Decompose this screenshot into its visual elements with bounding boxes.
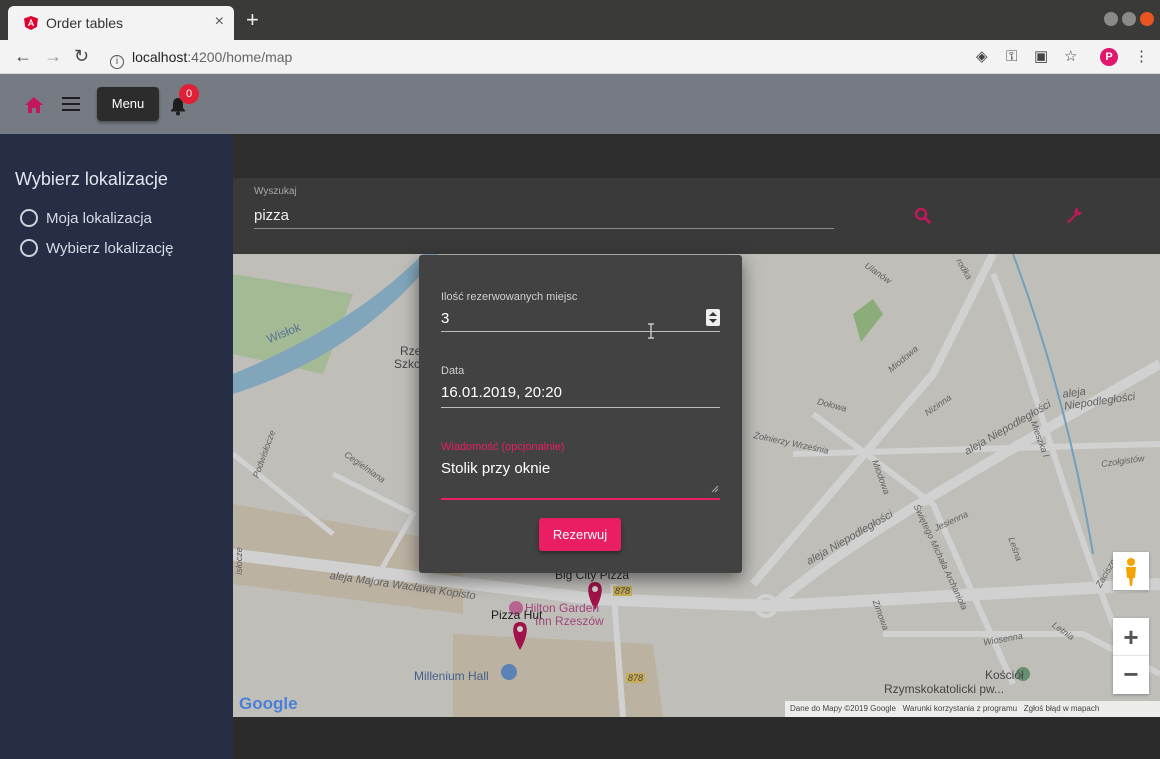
message-underline (441, 498, 720, 500)
map-terms-link[interactable]: Warunki korzystania z programu (903, 704, 1017, 713)
message-label: Wiadomość (opcjonalnie) (441, 441, 565, 453)
forward-arrow-icon[interactable]: → (44, 46, 62, 66)
google-logo: Google (239, 694, 298, 713)
key-icon[interactable]: ⚿ (1006, 48, 1017, 66)
star-icon[interactable]: ☆ (1064, 48, 1077, 66)
map-report-link[interactable]: Zgłoś błąd w mapach (1024, 704, 1100, 713)
search-icon[interactable] (914, 207, 932, 225)
close-window-button[interactable] (1140, 12, 1154, 26)
browser-tab-bar: Order tables × + (0, 0, 1160, 40)
home-icon[interactable] (24, 96, 44, 114)
map-attribution-bar: Dane do Mapy ©2019 Google Warunki korzys… (785, 701, 1160, 717)
sidebar-title: Wybierz lokalizacje (15, 169, 168, 189)
zoom-controls: + − (1113, 618, 1149, 694)
tab-title: Order tables (46, 15, 124, 31)
search-label: Wyszukaj (254, 186, 297, 197)
date-input[interactable]: 16.01.2019, 20:20 (441, 384, 562, 401)
resize-handle-icon[interactable] (711, 485, 719, 493)
wrench-icon[interactable] (1065, 206, 1083, 224)
more-vert-icon[interactable]: ⋮ (1134, 48, 1149, 66)
bottom-bar (233, 717, 1160, 759)
radio-choose-location[interactable]: Wybierz lokalizację (20, 239, 173, 257)
reservation-dialog: Ilość rezerwowanych miejsc 3 Data 16.01.… (419, 255, 742, 573)
message-textarea[interactable]: Stolik przy oknie (441, 460, 550, 477)
close-tab-icon[interactable]: × (215, 13, 224, 31)
map-attribution: Dane do Mapy ©2019 Google (790, 704, 896, 713)
notification-badge: 0 (179, 84, 199, 104)
radio-button[interactable] (20, 239, 38, 257)
number-spinner-icon[interactable] (706, 309, 720, 326)
seats-label: Ilość rezerwowanych miejsc (441, 291, 578, 303)
date-label: Data (441, 365, 465, 377)
location-icon[interactable]: ◈ (976, 48, 988, 66)
minimize-window-button[interactable] (1104, 12, 1118, 26)
radio-button[interactable] (20, 209, 38, 227)
zoom-in-button[interactable]: + (1113, 618, 1149, 656)
radio-label: Wybierz lokalizację (46, 239, 174, 257)
seats-underline (441, 331, 720, 332)
radio-label: Moja lokalizacja (46, 209, 152, 227)
zoom-out-button[interactable]: − (1113, 656, 1149, 694)
angular-icon (24, 16, 38, 30)
reserve-button[interactable]: Rezerwuj (539, 518, 621, 551)
url-field[interactable]: i localhost:4200/home/map (110, 49, 292, 69)
text-cursor-icon (648, 323, 654, 339)
main-header-strip (233, 134, 1160, 178)
search-panel: Wyszukaj (233, 178, 1160, 254)
back-arrow-icon[interactable]: ← (14, 46, 32, 66)
reload-icon[interactable]: ↻ (74, 46, 89, 66)
browser-tab[interactable]: Order tables × (8, 6, 234, 40)
url-path: :4200/home/map (187, 49, 293, 65)
translate-icon[interactable]: ▣ (1034, 48, 1048, 66)
seats-input[interactable]: 3 (441, 310, 449, 327)
search-input[interactable] (254, 203, 834, 229)
browser-address-bar: ← → ↻ i localhost:4200/home/map ◈ ⚿ ▣ ☆ P… (0, 40, 1160, 74)
new-tab-button[interactable]: + (246, 9, 259, 31)
url-host: localhost (132, 49, 188, 65)
hamburger-menu-icon[interactable] (62, 97, 80, 111)
radio-my-location[interactable]: Moja lokalizacja (20, 209, 152, 227)
info-icon[interactable]: i (110, 55, 124, 69)
maximize-window-button[interactable] (1122, 12, 1136, 26)
pegman-button[interactable] (1113, 552, 1149, 590)
pegman-icon (1126, 558, 1136, 586)
menu-button[interactable]: Menu (97, 87, 159, 121)
date-underline (441, 407, 720, 408)
profile-avatar[interactable]: P (1100, 48, 1118, 66)
sidebar: Wybierz lokalizacje Moja lokalizacja Wyb… (0, 134, 233, 759)
app-toolbar: Menu (0, 74, 1160, 134)
